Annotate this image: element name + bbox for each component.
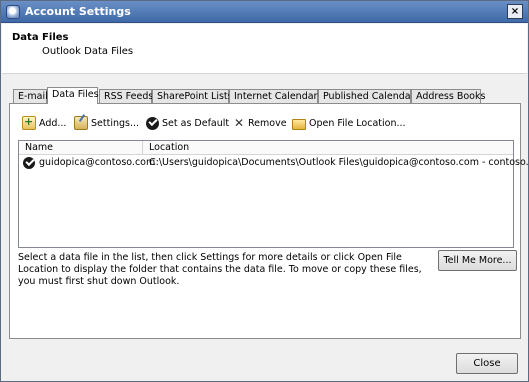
data-files-panel: Add... Settings... Set as Default ✕ Remo… — [9, 103, 529, 339]
remove-button[interactable]: ✕ Remove — [233, 115, 287, 131]
settings-button-label: Settings... — [91, 117, 140, 129]
window-title: Account Settings — [25, 5, 131, 18]
page-title: Data Files — [12, 32, 69, 43]
column-header-location[interactable]: Location — [149, 142, 189, 153]
settings-icon — [74, 116, 88, 130]
window-close-button[interactable]: × — [507, 4, 523, 19]
tab-address-books[interactable]: Address Books — [411, 89, 485, 103]
row-location: C:\Users\guidopica\Documents\Outlook Fil… — [149, 157, 529, 168]
add-file-icon — [22, 115, 36, 130]
folder-icon — [292, 118, 306, 130]
list-header: Name Location — [19, 141, 513, 155]
tab-published-calendars[interactable]: Published Calendars — [318, 89, 419, 103]
open-file-location-button[interactable]: Open File Location... — [292, 115, 406, 131]
tell-me-more-button[interactable]: Tell Me More... — [438, 250, 517, 271]
account-settings-icon — [6, 5, 20, 19]
add-button[interactable]: Add... — [22, 115, 66, 131]
page-header: Data Files Outlook Data Files — [2, 24, 527, 74]
x-remove-icon: ✕ — [233, 116, 245, 130]
data-files-list[interactable]: Name Location guidopica@contoso.com C:\U… — [18, 140, 529, 248]
tab-data-files[interactable]: Data Files — [47, 87, 99, 104]
table-row[interactable]: guidopica@contoso.com C:\Users\guidopica… — [19, 156, 529, 171]
tab-email[interactable]: E-mail — [13, 89, 48, 103]
add-button-label: Add... — [39, 117, 67, 129]
set-as-default-label: Set as Default — [162, 117, 230, 129]
row-name: guidopica@contoso.com — [39, 157, 156, 168]
open-file-location-label: Open File Location... — [309, 117, 406, 129]
page-subtitle: Outlook Data Files — [42, 46, 134, 57]
remove-button-label: Remove — [248, 117, 287, 129]
settings-button[interactable]: Settings... — [74, 115, 139, 131]
checkmark-icon — [146, 116, 159, 130]
default-checkmark-icon — [23, 157, 35, 169]
close-button[interactable]: Close — [456, 353, 518, 374]
tab-sharepoint-lists[interactable]: SharePoint Lists — [152, 89, 233, 103]
title-bar: Account Settings × — [1, 1, 528, 23]
tab-internet-calendars[interactable]: Internet Calendars — [229, 89, 322, 103]
help-text: Select a data file in the list, then cli… — [18, 252, 422, 287]
column-header-name[interactable]: Name — [25, 142, 53, 153]
set-as-default-button[interactable]: Set as Default — [146, 115, 229, 131]
tab-rss-feeds[interactable]: RSS Feeds — [99, 89, 153, 103]
column-divider[interactable] — [142, 141, 143, 155]
account-settings-window: Account Settings × Data Files Outlook Da… — [0, 0, 529, 382]
